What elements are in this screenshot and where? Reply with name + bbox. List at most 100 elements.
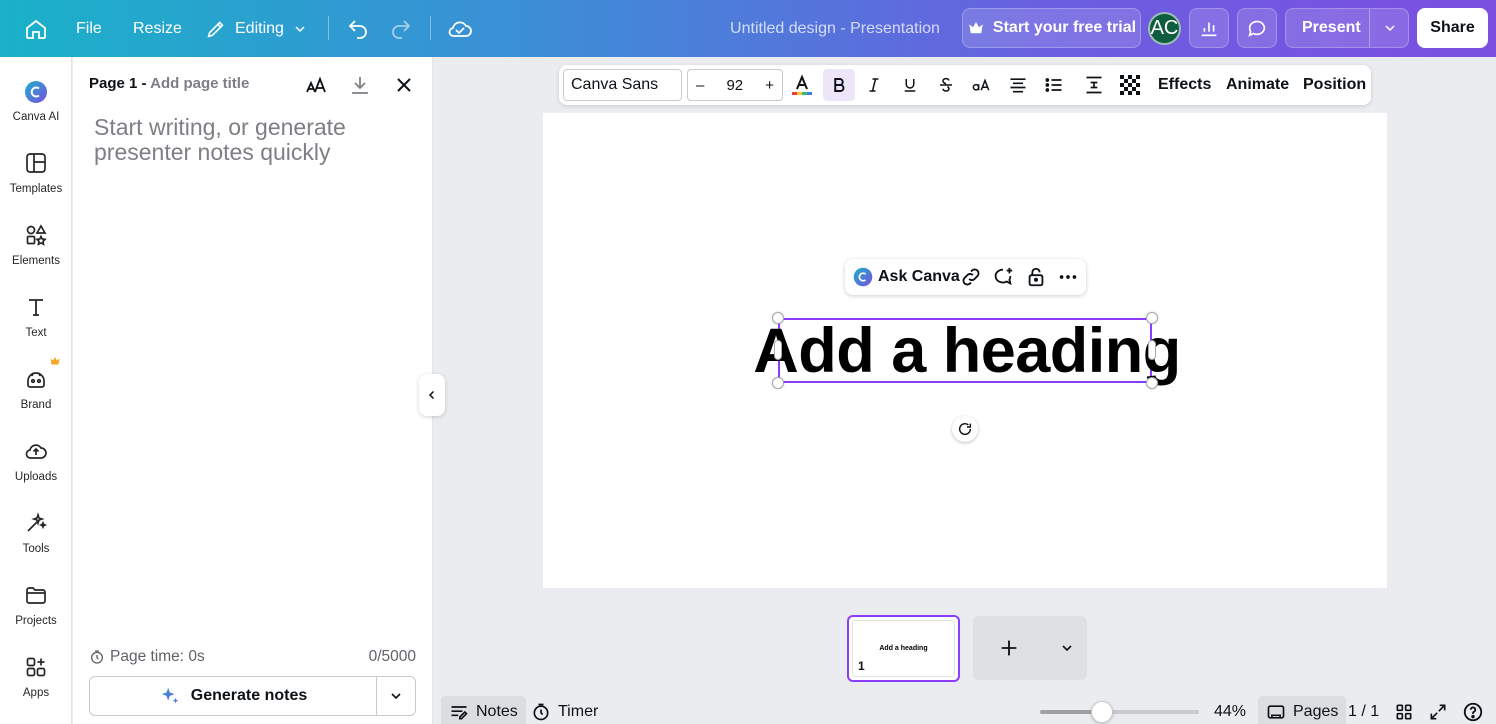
pages-button[interactable]: Pages bbox=[1258, 696, 1347, 724]
rail-label: Projects bbox=[15, 615, 57, 627]
chevron-down-icon[interactable] bbox=[1059, 640, 1075, 656]
text-color-button[interactable] bbox=[786, 69, 818, 101]
undo-button[interactable] bbox=[346, 0, 370, 57]
page-time: Page time: 0s bbox=[89, 648, 205, 666]
timer-icon bbox=[533, 703, 549, 721]
resize-handle[interactable] bbox=[1146, 312, 1158, 324]
plus-icon[interactable] bbox=[998, 637, 1020, 659]
divider bbox=[328, 16, 329, 40]
pages-label: Pages bbox=[1293, 703, 1339, 720]
heading-textbox[interactable]: Add a heading bbox=[753, 316, 1181, 386]
chevron-down-icon[interactable] bbox=[1382, 20, 1398, 36]
timer-button[interactable]: Timer bbox=[523, 696, 606, 724]
rail-item-elements[interactable]: Elements bbox=[0, 215, 72, 275]
rail-item-apps[interactable]: Apps bbox=[0, 647, 72, 707]
file-menu[interactable]: File bbox=[76, 0, 102, 57]
font-size-input[interactable]: 92 bbox=[726, 77, 743, 94]
letter-case-button[interactable] bbox=[966, 69, 998, 101]
document-title[interactable]: Untitled design - Presentation bbox=[720, 0, 950, 57]
decrease-size-button[interactable]: – bbox=[696, 77, 704, 94]
analytics-button[interactable] bbox=[1189, 8, 1229, 48]
notes-button[interactable]: Notes bbox=[441, 696, 526, 724]
animate-button[interactable]: Animate bbox=[1226, 65, 1289, 105]
collapse-panel-button[interactable] bbox=[419, 374, 445, 416]
download-icon[interactable] bbox=[348, 73, 372, 97]
ask-canva-toolbar: Ask Canva bbox=[845, 259, 1086, 295]
notes-label: Notes bbox=[476, 703, 518, 720]
zoom-slider-handle[interactable] bbox=[1091, 701, 1113, 723]
crown-icon bbox=[969, 22, 983, 34]
more-icon[interactable] bbox=[1057, 266, 1079, 288]
avatar[interactable]: AC bbox=[1148, 12, 1181, 45]
notes-textarea[interactable]: Start writing, or generate presenter not… bbox=[94, 115, 374, 165]
redo-button[interactable] bbox=[389, 0, 413, 57]
grid-view-button[interactable] bbox=[1386, 696, 1422, 724]
position-button[interactable]: Position bbox=[1303, 65, 1366, 105]
comments-button[interactable] bbox=[1237, 8, 1277, 48]
bold-button[interactable] bbox=[823, 69, 855, 101]
underline-button[interactable] bbox=[894, 69, 926, 101]
rail-item-templates[interactable]: Templates bbox=[0, 143, 72, 203]
canva-ai-icon bbox=[853, 267, 873, 287]
home-icon bbox=[26, 19, 46, 39]
text-size-icon[interactable] bbox=[304, 73, 328, 97]
page-thumbnail[interactable]: Add a heading 1 bbox=[847, 615, 960, 682]
close-icon[interactable] bbox=[392, 73, 416, 97]
side-resize-handle[interactable] bbox=[774, 340, 782, 360]
font-family-select[interactable]: Canva Sans bbox=[563, 69, 682, 101]
rail-item-tools[interactable]: Tools bbox=[0, 503, 72, 563]
spacing-button[interactable] bbox=[1078, 69, 1110, 101]
cloud-check-icon bbox=[448, 21, 472, 37]
rail-item-text[interactable]: Text bbox=[0, 287, 72, 347]
increase-size-button[interactable]: + bbox=[765, 77, 774, 94]
effects-button[interactable]: Effects bbox=[1158, 65, 1211, 105]
fullscreen-button[interactable] bbox=[1420, 696, 1456, 724]
italic-icon bbox=[869, 78, 879, 92]
list-button[interactable] bbox=[1038, 69, 1070, 101]
rail-label: Templates bbox=[9, 183, 63, 195]
heading-text[interactable]: Add a heading bbox=[753, 316, 1181, 386]
home-button[interactable] bbox=[24, 0, 48, 57]
divider bbox=[1369, 9, 1370, 47]
strikethrough-button[interactable] bbox=[930, 69, 962, 101]
templates-icon bbox=[26, 153, 46, 173]
help-button[interactable] bbox=[1454, 696, 1492, 724]
zoom-level-button[interactable]: 44% bbox=[1206, 696, 1254, 724]
start-trial-label: Start your free trial bbox=[992, 19, 1137, 36]
zoom-slider[interactable] bbox=[1040, 710, 1199, 714]
generate-options-button[interactable] bbox=[377, 677, 415, 715]
page-title-input[interactable]: Add page title bbox=[150, 75, 249, 92]
present-button[interactable]: Present bbox=[1285, 8, 1409, 48]
top-bar: File Resize Editing Untitled design - Pr… bbox=[0, 0, 1496, 57]
rail-item-uploads[interactable]: Uploads bbox=[0, 431, 72, 491]
transparency-icon bbox=[1120, 75, 1140, 95]
rail-item-projects[interactable]: Projects bbox=[0, 575, 72, 635]
page-time-label: Page time: 0s bbox=[110, 648, 205, 665]
rail-item-canva-ai[interactable]: Canva AI bbox=[0, 71, 72, 131]
rail-label: Text bbox=[25, 327, 47, 339]
editing-label: Editing bbox=[235, 19, 284, 37]
link-icon[interactable] bbox=[960, 266, 982, 288]
crown-icon bbox=[50, 357, 60, 365]
resize-handle[interactable] bbox=[1146, 377, 1158, 389]
rail-item-brand[interactable]: Brand bbox=[0, 357, 72, 419]
generate-notes-group: Generate notes bbox=[89, 676, 416, 716]
editing-mode-button[interactable]: Editing bbox=[205, 0, 308, 57]
save-status-button[interactable] bbox=[447, 0, 473, 57]
add-comment-icon[interactable] bbox=[992, 266, 1014, 288]
ask-canva-button[interactable]: Ask Canva bbox=[878, 268, 960, 286]
generate-notes-button[interactable]: Generate notes bbox=[90, 677, 377, 715]
align-button[interactable] bbox=[1002, 69, 1034, 101]
resize-handle[interactable] bbox=[772, 312, 784, 324]
thumbnail-heading: Add a heading bbox=[879, 645, 928, 652]
start-trial-button[interactable]: Start your free trial bbox=[962, 8, 1141, 48]
resize-button[interactable]: Resize bbox=[133, 0, 182, 57]
share-button[interactable]: Share bbox=[1417, 8, 1488, 48]
lock-icon[interactable] bbox=[1025, 266, 1047, 288]
resize-handle[interactable] bbox=[772, 377, 784, 389]
rotate-handle[interactable] bbox=[952, 416, 978, 442]
pages-icon bbox=[1267, 705, 1285, 719]
side-resize-handle[interactable] bbox=[1148, 340, 1156, 360]
transparency-button[interactable] bbox=[1114, 69, 1146, 101]
italic-button[interactable] bbox=[858, 69, 890, 101]
